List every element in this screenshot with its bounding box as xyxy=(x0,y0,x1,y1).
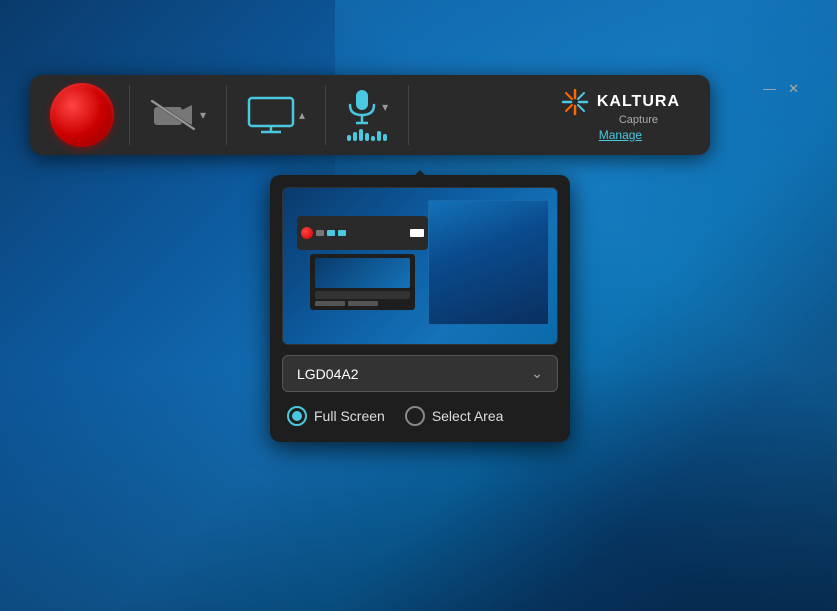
camera-chevron: ▾ xyxy=(200,108,206,122)
mic-chevron: ▾ xyxy=(382,100,388,114)
monitor-select-chevron: ⌄ xyxy=(531,365,543,382)
screen-preview xyxy=(282,187,558,345)
kaltura-brand: KALTURA Capture Manage xyxy=(541,88,700,142)
mini-preview-inner xyxy=(315,258,409,288)
full-screen-radio[interactable] xyxy=(287,406,307,426)
minimize-button[interactable]: — xyxy=(763,82,776,95)
camera-section[interactable]: ▾ xyxy=(135,99,221,131)
monitor-select-dropdown[interactable]: LGD04A2 ⌄ xyxy=(282,355,558,392)
mic-section[interactable]: ▾ xyxy=(331,89,403,141)
full-screen-label: Full Screen xyxy=(314,408,385,424)
mini-dropdown xyxy=(310,254,414,310)
record-button[interactable] xyxy=(50,83,114,147)
full-screen-option[interactable]: Full Screen xyxy=(287,406,385,426)
select-area-radio[interactable] xyxy=(405,406,425,426)
select-area-option[interactable]: Select Area xyxy=(405,406,504,426)
mini-select-bar xyxy=(315,291,409,299)
mini-options xyxy=(315,301,409,306)
mic-level-bars xyxy=(347,129,387,141)
monitor-select-value: LGD04A2 xyxy=(297,366,358,382)
divider-3 xyxy=(325,85,326,145)
close-button[interactable]: ✕ xyxy=(788,82,799,95)
monitor-section[interactable]: ▴ xyxy=(232,96,320,134)
preview-window xyxy=(428,200,549,325)
mini-opt-2 xyxy=(348,301,378,306)
capture-mode-options: Full Screen Select Area xyxy=(282,402,558,430)
select-area-label: Select Area xyxy=(432,408,504,424)
divider-2 xyxy=(226,85,227,145)
preview-desktop-bg xyxy=(283,188,557,344)
monitor-chevron: ▴ xyxy=(299,108,305,122)
mini-mic xyxy=(338,230,346,236)
divider-1 xyxy=(129,85,130,145)
main-toolbar: ▾ ▴ ▾ xyxy=(30,75,710,155)
manage-link[interactable]: Manage xyxy=(599,128,642,142)
kaltura-name: KALTURA xyxy=(597,93,680,111)
mini-opt-1 xyxy=(315,301,345,306)
mini-toolbar xyxy=(297,216,429,250)
camera-icon xyxy=(150,99,196,131)
mic-icon xyxy=(346,89,378,125)
mini-brand xyxy=(410,229,424,237)
screen-dropdown-panel: LGD04A2 ⌄ Full Screen Select Area xyxy=(270,175,570,442)
kaltura-subtitle: Capture xyxy=(619,114,658,126)
kaltura-logo-icon xyxy=(561,88,589,116)
window-controls: — ✕ xyxy=(763,82,799,95)
mini-cam xyxy=(316,230,324,236)
mini-record-btn xyxy=(301,227,313,239)
monitor-icon xyxy=(247,96,295,134)
mini-monitor xyxy=(327,230,335,236)
divider-4 xyxy=(408,85,409,145)
